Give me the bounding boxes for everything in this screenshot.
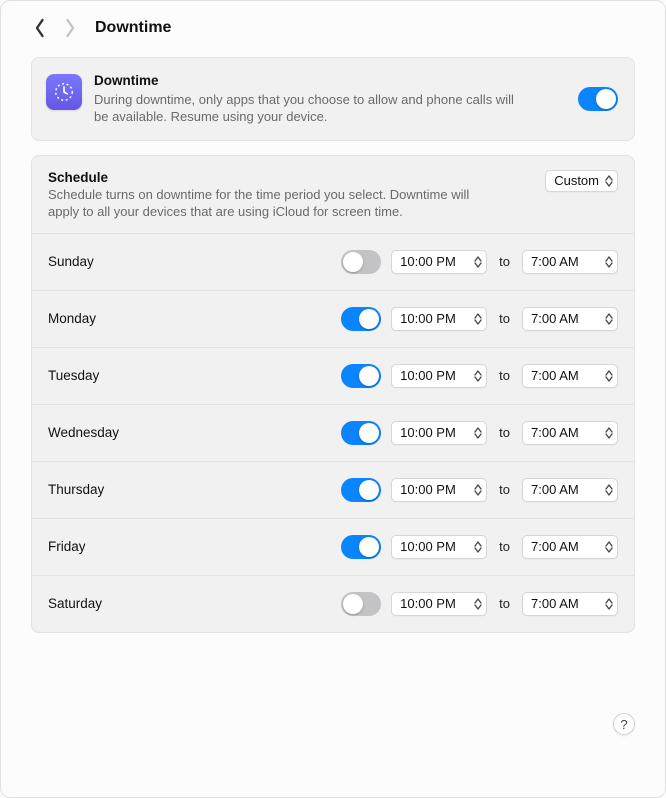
to-time-picker[interactable]: 7:00 AM (522, 250, 618, 274)
day-row: Monday 10:00 PM to 7:00 AM (32, 290, 634, 347)
to-label: to (497, 425, 512, 440)
day-controls: 10:00 PM to 7:00 AM (341, 250, 618, 274)
from-time-picker[interactable]: 10:00 PM (391, 307, 487, 331)
day-controls: 10:00 PM to 7:00 AM (341, 421, 618, 445)
updown-icon (472, 541, 482, 553)
schedule-panel: Schedule Schedule turns on downtime for … (31, 155, 635, 633)
updown-icon (472, 427, 482, 439)
updown-icon (472, 256, 482, 268)
day-controls: 10:00 PM to 7:00 AM (341, 592, 618, 616)
downtime-toggle[interactable] (578, 87, 618, 111)
from-time-picker[interactable]: 10:00 PM (391, 478, 487, 502)
to-label: to (497, 368, 512, 383)
from-time-text: 10:00 PM (400, 368, 472, 383)
from-time-picker[interactable]: 10:00 PM (391, 250, 487, 274)
updown-icon (603, 175, 613, 187)
to-time-picker[interactable]: 7:00 AM (522, 364, 618, 388)
updown-icon (603, 427, 613, 439)
downtime-description: During downtime, only apps that you choo… (94, 91, 524, 126)
from-time-picker[interactable]: 10:00 PM (391, 535, 487, 559)
to-time-text: 7:00 AM (531, 368, 603, 383)
updown-icon (472, 598, 482, 610)
day-row: Friday 10:00 PM to 7:00 AM (32, 518, 634, 575)
schedule-description: Schedule turns on downtime for the time … (48, 186, 478, 221)
day-label: Friday (48, 539, 341, 554)
day-row: Wednesday 10:00 PM to 7:00 AM (32, 404, 634, 461)
to-time-text: 7:00 AM (531, 311, 603, 326)
day-label: Sunday (48, 254, 341, 269)
forward-button[interactable] (61, 15, 79, 41)
from-time-text: 10:00 PM (400, 425, 472, 440)
day-label: Tuesday (48, 368, 341, 383)
updown-icon (472, 484, 482, 496)
to-label: to (497, 311, 512, 326)
from-time-picker[interactable]: 10:00 PM (391, 421, 487, 445)
day-row: Saturday 10:00 PM to 7:00 AM (32, 575, 634, 632)
downtime-icon (46, 74, 82, 110)
day-controls: 10:00 PM to 7:00 AM (341, 364, 618, 388)
downtime-panel: Downtime During downtime, only apps that… (31, 57, 635, 141)
downtime-hero-text: Downtime During downtime, only apps that… (94, 72, 566, 126)
from-time-picker[interactable]: 10:00 PM (391, 364, 487, 388)
to-time-text: 7:00 AM (531, 482, 603, 497)
to-time-picker[interactable]: 7:00 AM (522, 535, 618, 559)
day-label: Saturday (48, 596, 341, 611)
updown-icon (472, 370, 482, 382)
day-toggle[interactable] (341, 307, 381, 331)
day-toggle[interactable] (341, 364, 381, 388)
schedule-days: Sunday 10:00 PM to 7:00 AM Monday 10:00 PM to 7… (32, 234, 634, 632)
from-time-text: 10:00 PM (400, 254, 472, 269)
schedule-title: Schedule (48, 170, 533, 185)
updown-icon (603, 256, 613, 268)
to-time-text: 7:00 AM (531, 425, 603, 440)
to-time-text: 7:00 AM (531, 539, 603, 554)
updown-icon (603, 484, 613, 496)
day-toggle[interactable] (341, 421, 381, 445)
to-time-picker[interactable]: 7:00 AM (522, 592, 618, 616)
schedule-mode-label: Custom (554, 173, 603, 188)
downtime-hero: Downtime During downtime, only apps that… (32, 58, 634, 140)
day-controls: 10:00 PM to 7:00 AM (341, 307, 618, 331)
to-label: to (497, 539, 512, 554)
downtime-title: Downtime (94, 72, 556, 90)
updown-icon (603, 313, 613, 325)
updown-icon (472, 313, 482, 325)
to-label: to (497, 254, 512, 269)
updown-icon (603, 370, 613, 382)
to-time-picker[interactable]: 7:00 AM (522, 478, 618, 502)
day-row: Thursday 10:00 PM to 7:00 AM (32, 461, 634, 518)
to-time-text: 7:00 AM (531, 596, 603, 611)
day-toggle[interactable] (341, 535, 381, 559)
to-time-picker[interactable]: 7:00 AM (522, 421, 618, 445)
page-title: Downtime (95, 19, 171, 37)
updown-icon (603, 541, 613, 553)
from-time-text: 10:00 PM (400, 596, 472, 611)
day-toggle[interactable] (341, 250, 381, 274)
header-bar: Downtime (1, 1, 665, 51)
help-icon: ? (620, 717, 627, 732)
day-toggle[interactable] (341, 592, 381, 616)
day-toggle[interactable] (341, 478, 381, 502)
to-time-picker[interactable]: 7:00 AM (522, 307, 618, 331)
day-label: Monday (48, 311, 341, 326)
help-button[interactable]: ? (613, 713, 635, 735)
day-label: Thursday (48, 482, 341, 497)
day-label: Wednesday (48, 425, 341, 440)
day-controls: 10:00 PM to 7:00 AM (341, 535, 618, 559)
from-time-picker[interactable]: 10:00 PM (391, 592, 487, 616)
to-label: to (497, 482, 512, 497)
from-time-text: 10:00 PM (400, 311, 472, 326)
back-button[interactable] (31, 15, 49, 41)
schedule-header: Schedule Schedule turns on downtime for … (32, 156, 634, 234)
day-row: Tuesday 10:00 PM to 7:00 AM (32, 347, 634, 404)
from-time-text: 10:00 PM (400, 482, 472, 497)
to-time-text: 7:00 AM (531, 254, 603, 269)
day-row: Sunday 10:00 PM to 7:00 AM (32, 234, 634, 290)
from-time-text: 10:00 PM (400, 539, 472, 554)
schedule-mode-select[interactable]: Custom (545, 170, 618, 192)
updown-icon (603, 598, 613, 610)
day-controls: 10:00 PM to 7:00 AM (341, 478, 618, 502)
to-label: to (497, 596, 512, 611)
